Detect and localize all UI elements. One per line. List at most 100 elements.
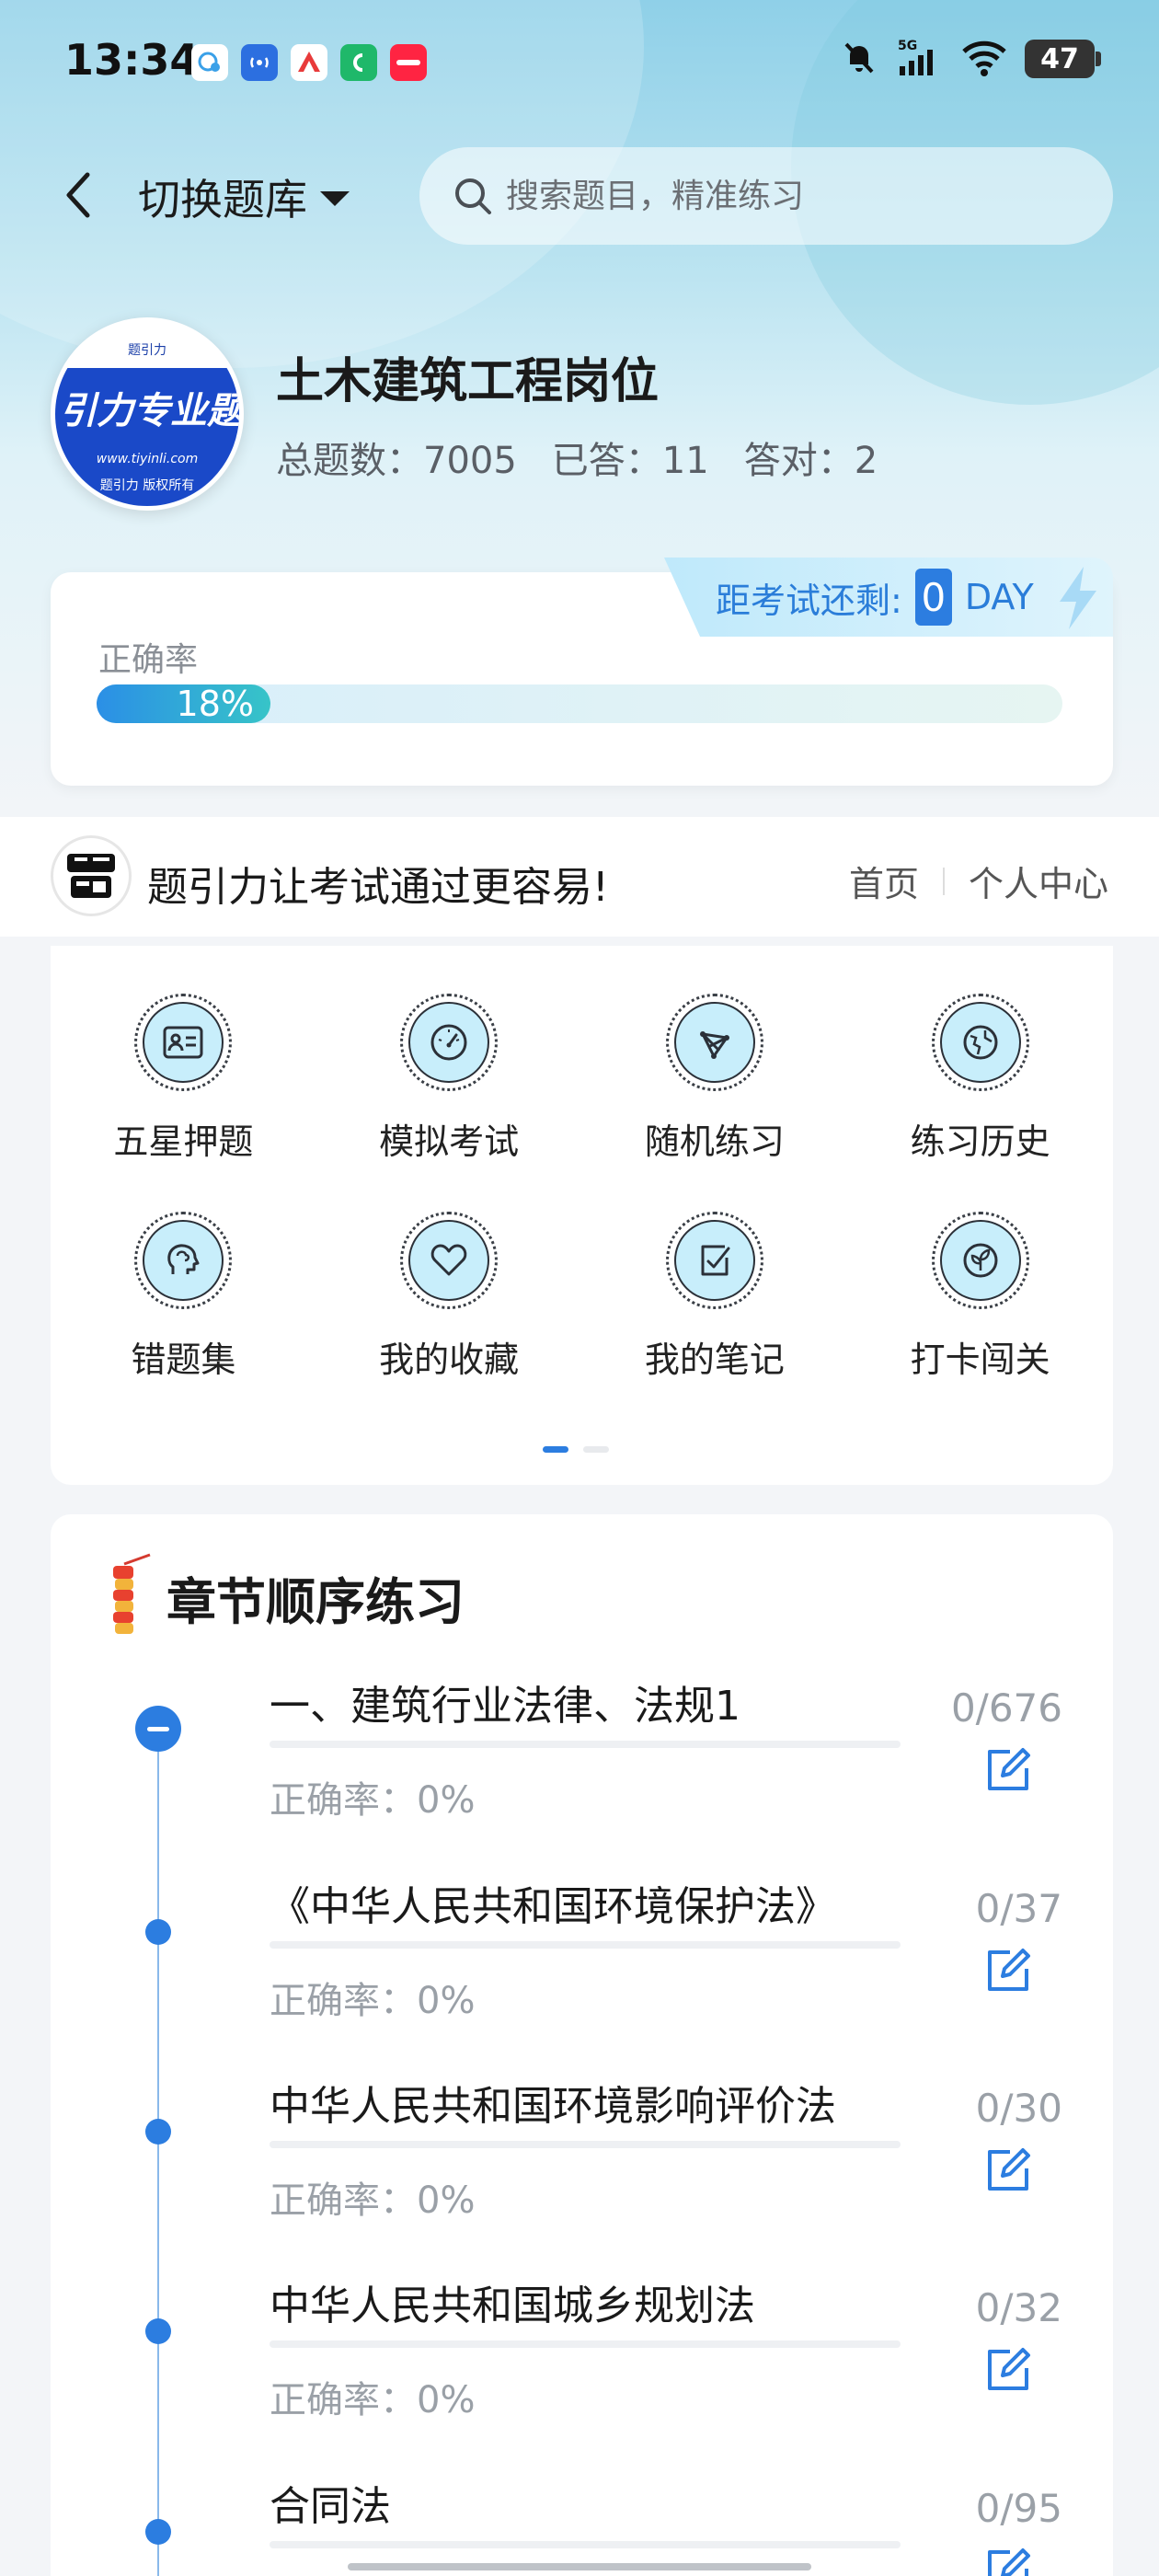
feature-label: 打卡闯关 [910, 1340, 1050, 1380]
accuracy-progress-track: 18% [97, 684, 1062, 724]
notes-app-icon [390, 44, 427, 81]
search-input[interactable] [506, 177, 1058, 215]
chapter-accuracy: 正确率：0% [270, 2179, 476, 2222]
chapter-item[interactable]: 中华人民共和国环境影响评价法 正确率：0% 0/30 [51, 2073, 1113, 2273]
countdown-label: 距考试还剩: [716, 580, 902, 621]
stat-correct: 答对：2 [743, 440, 878, 482]
chapter-node [145, 2318, 171, 2344]
chapter-accuracy: 正确率：0% [270, 1779, 476, 1822]
brand-logo-icon [51, 835, 132, 916]
edit-icon[interactable] [982, 2344, 1034, 2396]
switch-library-label: 切换题库 [138, 175, 307, 224]
page-dot-active[interactable] [543, 1446, 568, 1453]
chapter-item[interactable]: 合同法 0/95 [51, 2473, 1113, 2576]
feature-my-notes[interactable]: 我的笔记 [582, 1212, 848, 1382]
feature-random-practice[interactable]: 随机练习 [582, 994, 848, 1164]
search-bar[interactable] [419, 147, 1113, 245]
features-card: 五星押题 模拟考试 随机练习 练习历史 错题集 我的收藏 我的笔记 打卡闯关 [51, 946, 1113, 1485]
feature-label: 错题集 [131, 1340, 236, 1380]
edit-icon[interactable] [982, 1945, 1034, 1996]
nav-profile-link[interactable]: 个人中心 [969, 856, 1108, 906]
exam-countdown-badge: 距考试还剩: 0 DAY [664, 558, 1113, 637]
chapter-accuracy: 正确率：0% [270, 2379, 476, 2421]
chapter-count: 0/95 [975, 2486, 1062, 2531]
feature-label: 我的笔记 [644, 1340, 785, 1380]
chapter-count: 0/37 [975, 1886, 1062, 1931]
chapter-name: 中华人民共和国环境影响评价法 [270, 2083, 836, 2130]
promo-slogan: 题引力让考试通过更容易! [147, 864, 609, 911]
home-indicator[interactable] [348, 2563, 811, 2570]
chapter-name: 中华人民共和国城乡规划法 [270, 2283, 755, 2329]
globe-history-icon [939, 1002, 1021, 1083]
speedometer-icon [408, 1002, 490, 1083]
search-icon [455, 178, 491, 214]
study-app-icon [291, 44, 327, 81]
accuracy-progress-fill: 18% [97, 684, 270, 724]
status-indicators: 5G 47 [839, 37, 1101, 81]
feature-favorites[interactable]: 我的收藏 [316, 1212, 582, 1382]
countdown-value: 0 [914, 569, 952, 626]
chapter-header: 章节顺序练习 [98, 1551, 465, 1643]
page-dot[interactable] [583, 1446, 609, 1453]
chapter-count: 0/32 [975, 2285, 1062, 2330]
feature-label: 我的收藏 [379, 1340, 520, 1380]
feature-five-star[interactable]: 五星押题 [51, 994, 316, 1164]
chapter-progress-bar [270, 2541, 901, 2548]
library-stats: 总题数：7005 已答：11 答对：2 [276, 431, 878, 484]
edit-icon[interactable] [982, 1744, 1034, 1796]
wifi-icon [960, 37, 1008, 81]
feature-wrong-questions[interactable]: 错题集 [51, 1212, 316, 1382]
page-indicator [543, 1446, 609, 1453]
promo-bar: 题引力让考试通过更容易! 首页 个人中心 [0, 817, 1159, 937]
library-avatar: 题引力 引力专业题 www.tiyinli.com 题引力 版权所有 [51, 317, 244, 511]
chapter-progress-bar [270, 1941, 901, 1949]
feature-check-in[interactable]: 打卡闯关 [847, 1212, 1113, 1382]
avatar-footer-text: 题引力 版权所有 [55, 472, 239, 506]
edit-icon[interactable] [982, 2545, 1034, 2576]
stat-total: 总题数：7005 [276, 440, 517, 482]
broadcast-app-icon [241, 44, 278, 81]
countdown-unit: DAY [964, 577, 1034, 617]
chapter-count: 0/30 [975, 2086, 1062, 2131]
chapter-node-collapse-icon[interactable] [135, 1706, 181, 1752]
features-grid: 五星押题 模拟考试 随机练习 练习历史 错题集 我的收藏 我的笔记 打卡闯关 [51, 994, 1113, 1382]
edit-icon[interactable] [982, 2145, 1034, 2196]
stat-answered: 已答：11 [551, 440, 709, 482]
chapter-item[interactable]: 中华人民共和国城乡规划法 正确率：0% 0/32 [51, 2272, 1113, 2473]
chapter-practice-card: 章节顺序练习 一、建筑行业法律、法规1 正确率：0% 0/676 《中华人民共和… [51, 1514, 1113, 2576]
leaf-badge-icon [939, 1220, 1021, 1301]
battery-indicator: 47 [1025, 40, 1101, 78]
brain-head-icon [143, 1220, 224, 1301]
chapter-item[interactable]: 一、建筑行业法律、法规1 正确率：0% 0/676 [51, 1673, 1113, 1873]
avatar-url-text: www.tiyinli.com [55, 446, 239, 472]
chapter-name: 合同法 [270, 2483, 391, 2530]
chapter-progress-bar [270, 2340, 901, 2348]
chapter-item[interactable]: 《中华人民共和国环境保护法》 正确率：0% 0/37 [51, 1873, 1113, 2074]
nav-home-link[interactable]: 首页 [849, 856, 919, 906]
chevron-left-icon [66, 172, 90, 218]
lightning-icon [1060, 567, 1096, 629]
chapter-node [145, 2519, 171, 2545]
chapter-node [145, 2119, 171, 2145]
library-title: 土木建筑工程岗位 [276, 354, 660, 409]
green-app-icon [340, 44, 377, 81]
firecracker-icon [113, 1553, 151, 1634]
status-time: 13:34 [64, 35, 200, 85]
avatar-brand-text: 题引力 [128, 343, 166, 358]
chapter-progress-bar [270, 2141, 901, 2148]
back-button[interactable] [51, 167, 106, 223]
caret-down-icon [320, 191, 350, 206]
feature-label: 模拟考试 [379, 1121, 520, 1162]
switch-library-dropdown[interactable]: 切换题库 [138, 167, 350, 226]
avatar-main-text: 引力专业题 [55, 368, 239, 446]
chapter-accuracy: 正确率：0% [270, 1980, 476, 2022]
status-bar: 13:34 5G 47 [0, 0, 1159, 120]
chapter-section-title: 章节顺序练习 [166, 1572, 465, 1631]
chapter-name: 一、建筑行业法律、法规1 [270, 1683, 740, 1730]
nav-divider [942, 867, 945, 895]
feature-label: 随机练习 [644, 1121, 785, 1162]
feature-mock-exam[interactable]: 模拟考试 [316, 994, 582, 1164]
feature-practice-history[interactable]: 练习历史 [847, 994, 1113, 1164]
random-network-icon [673, 1002, 755, 1083]
heart-icon [408, 1220, 490, 1301]
